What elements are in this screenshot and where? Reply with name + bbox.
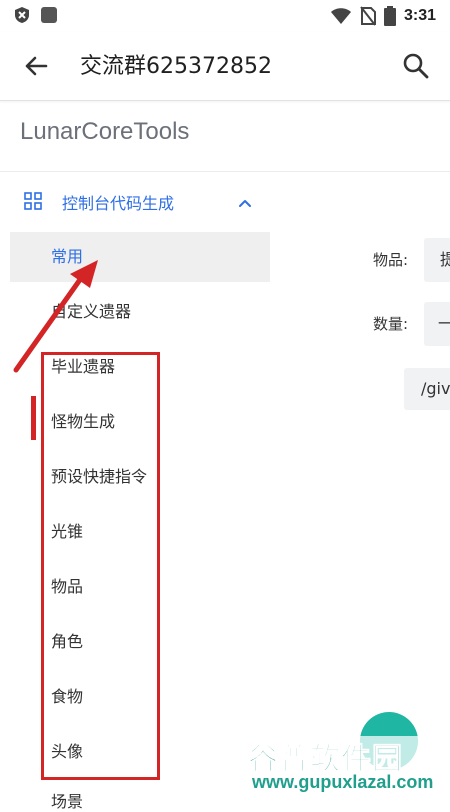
count-field-label: 数量: xyxy=(373,315,409,333)
no-sim-icon xyxy=(360,6,376,26)
annotation-marker xyxy=(31,396,36,440)
item-select[interactable]: 提 xyxy=(424,238,450,282)
command-output[interactable]: /giv xyxy=(404,368,450,410)
item-field-label: 物品: xyxy=(373,251,409,269)
section-header-console-codegen[interactable]: 控制台代码生成 xyxy=(0,180,270,224)
status-time: 3:31 xyxy=(403,7,436,24)
chevron-up-icon[interactable] xyxy=(236,194,254,212)
content-panel: 物品: 提 数量: 一 /giv xyxy=(270,232,450,432)
page-title: 交流群625372852 xyxy=(80,54,272,79)
status-right: 3:31 xyxy=(330,6,436,26)
wifi-icon xyxy=(330,8,351,24)
battery-icon xyxy=(383,6,396,26)
watermark-url: www.gupuxlazal.com xyxy=(252,772,434,792)
section-header-label: 控制台代码生成 xyxy=(62,194,175,213)
search-icon[interactable] xyxy=(400,50,432,82)
shield-icon xyxy=(15,7,29,23)
status-left xyxy=(14,6,58,24)
divider xyxy=(0,171,450,172)
grid-icon xyxy=(24,192,42,210)
annotation-highlight-box xyxy=(41,352,160,780)
status-bar: 3:31 xyxy=(0,0,450,32)
app-brand: LunarCoreTools xyxy=(20,118,190,145)
back-arrow-icon[interactable] xyxy=(20,50,52,82)
sidebar-item-partial[interactable]: 场景 xyxy=(51,788,83,812)
app-bar: 交流群625372852 xyxy=(0,32,450,101)
app-notification-icon xyxy=(41,7,57,23)
annotation-arrow-icon xyxy=(13,260,98,373)
count-stepper[interactable]: 一 xyxy=(424,302,450,346)
